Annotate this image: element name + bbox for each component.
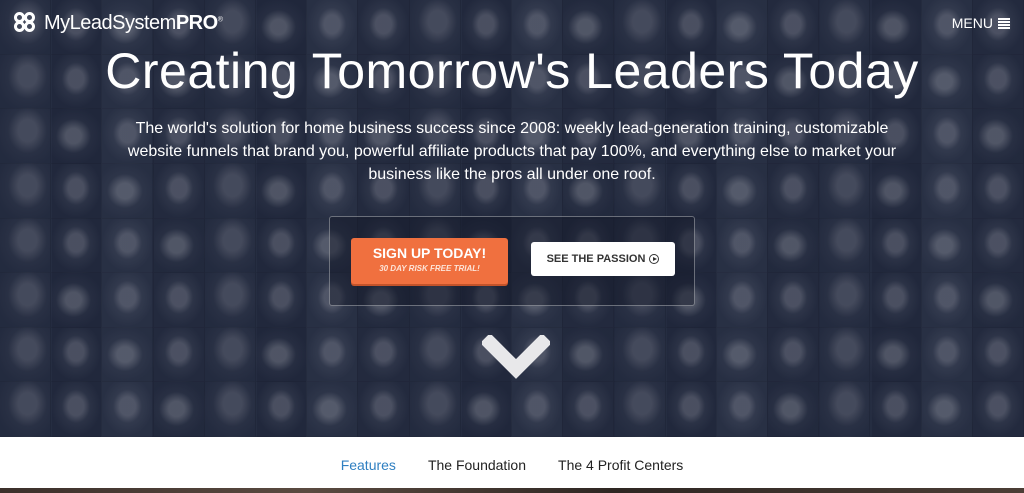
section-nav: Features The Foundation The 4 Profit Cen…	[0, 437, 1024, 493]
passion-label: SEE THE PASSION	[546, 253, 646, 265]
chevron-down-icon[interactable]	[482, 335, 550, 383]
menu-label: MENU	[951, 15, 993, 31]
logo-text: MyLeadSystemPRO®	[44, 11, 223, 34]
nav-item-profit-centers[interactable]: The 4 Profit Centers	[558, 457, 683, 473]
logo[interactable]: MyLeadSystemPRO®	[14, 11, 223, 35]
next-section-preview	[0, 488, 1024, 493]
play-circle-icon	[649, 254, 660, 264]
nav-item-features[interactable]: Features	[341, 457, 396, 473]
top-bar: MyLeadSystemPRO® MENU	[0, 0, 1024, 46]
signup-sublabel: 30 DAY RISK FREE TRIAL!	[379, 264, 480, 273]
hero-tagline: The world's solution for home business s…	[127, 120, 897, 183]
signup-label: SIGN UP TODAY!	[372, 245, 487, 261]
cta-box: SIGN UP TODAY! 30 DAY RISK FREE TRIAL! S…	[329, 216, 695, 306]
logo-mark-icon	[14, 12, 40, 34]
hamburger-icon	[998, 17, 1010, 29]
nav-item-the-foundation[interactable]: The Foundation	[428, 457, 526, 473]
see-the-passion-button[interactable]: SEE THE PASSION	[531, 242, 675, 276]
menu-button[interactable]: MENU	[952, 15, 1010, 31]
hero-section: MyLeadSystemPRO® MENU Creating Tomorrow'…	[0, 0, 1024, 437]
signup-button[interactable]: SIGN UP TODAY! 30 DAY RISK FREE TRIAL!	[351, 238, 508, 284]
hero-headline: Creating Tomorrow's Leaders Today	[105, 43, 919, 99]
